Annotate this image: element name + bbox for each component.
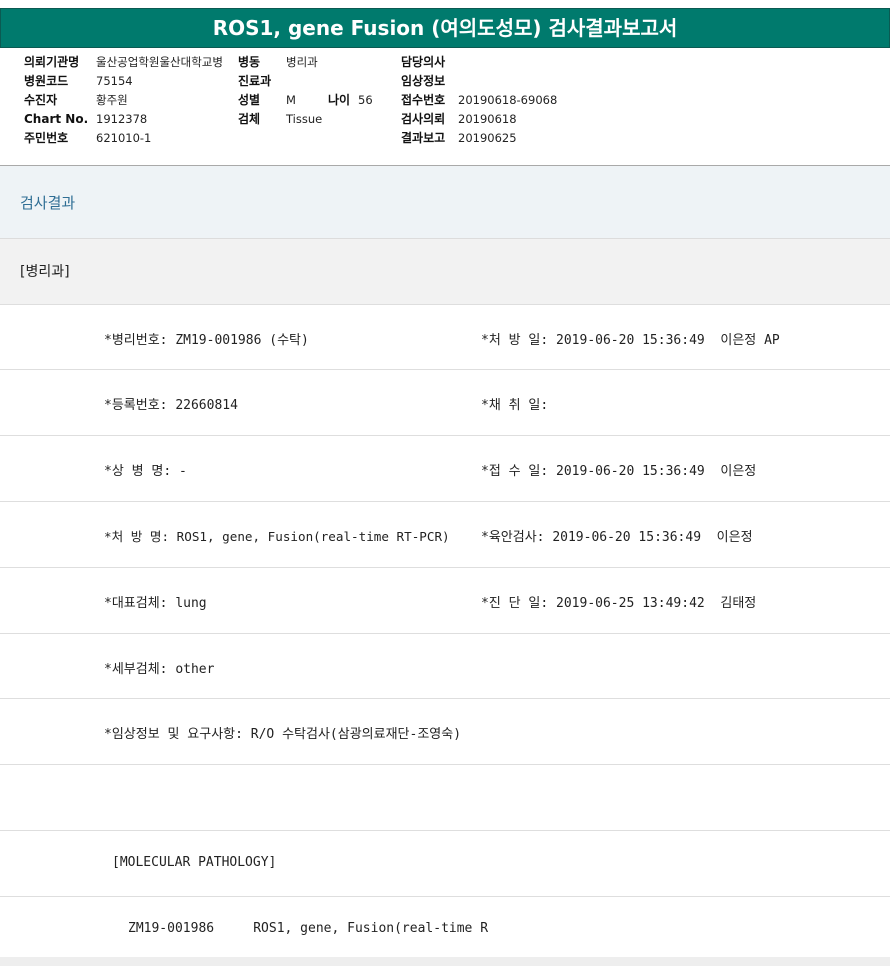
report-row-left: *임상정보 및 요구사항: R/O 수탁검사(삼광의료재단-조영숙): [104, 727, 462, 742]
blank-row: [0, 764, 890, 831]
report-row: *등록번호: 22660814 *채 취 일:: [0, 369, 890, 436]
institution-value: 울산공업학원울산대학교병: [96, 55, 223, 69]
chart-no-label: Chart No.: [24, 112, 89, 126]
report-row-right: *채 취 일:: [481, 398, 549, 413]
doctor-label: 담당의사: [401, 55, 446, 69]
result-section-title: 검사결과: [20, 194, 76, 212]
report-date-value: 20190625: [458, 131, 517, 145]
molecular-result-row: ZM19-001986 ROS1, gene, Fusion(real-time…: [0, 896, 890, 958]
department-section-header: [병리과]: [0, 238, 890, 305]
report-row: *세부검체: other: [0, 633, 890, 700]
report-row: *임상정보 및 요구사항: R/O 수탁검사(삼광의료재단-조영숙): [0, 698, 890, 765]
report-date-label: 결과보고: [401, 131, 446, 145]
specimen-value: Tissue: [286, 112, 323, 126]
age-value: 56: [358, 93, 373, 107]
receipt-no-value: 20190618-69068: [458, 93, 558, 107]
patient-info-col2: 병동 병리과 진료과 성별 M 나이 56 검체 Tissue: [238, 53, 373, 129]
patient-info-col1: 의뢰기관명 울산공업학원울산대학교병 병원코드 75154 수진자 황주원 Chart…: [24, 53, 223, 148]
report-row-right: *육안검사: 2019-06-20 15:36:49 이은정: [481, 530, 753, 545]
report-row-left: *등록번호: 22660814: [104, 398, 238, 413]
request-date-value: 20190618: [458, 112, 517, 126]
resident-no-value: 621010-1: [96, 131, 152, 145]
report-title: ROS1, gene Fusion (여의도성모) 검사결과보고서: [0, 8, 890, 48]
ward-label: 병동: [238, 55, 261, 69]
institution-label: 의뢰기관명: [24, 55, 80, 69]
resident-no-label: 주민번호: [24, 131, 69, 145]
molecular-result-line: ZM19-001986 ROS1, gene, Fusion(real-time…: [128, 921, 489, 936]
report-row-left: *상 병 명: -: [104, 464, 187, 479]
report-row: *처 방 명: ROS1, gene, Fusion(real-time RT-…: [0, 501, 890, 568]
clinical-info-label: 임상정보: [401, 74, 446, 88]
footer-bar: [0, 957, 890, 966]
report-row-right: *접 수 일: 2019-06-20 15:36:49 이은정: [481, 464, 757, 479]
specimen-label: 검체: [238, 112, 261, 126]
report-row: *상 병 명: - *접 수 일: 2019-06-20 15:36:49 이은…: [0, 435, 890, 502]
chart-no-value: 1912378: [96, 112, 148, 126]
department-section-title: [병리과]: [20, 264, 70, 280]
report-row-left: *세부검체: other: [104, 662, 215, 677]
receipt-no-label: 접수번호: [401, 93, 446, 107]
molecular-heading-row: [MOLECULAR PATHOLOGY]: [0, 830, 890, 897]
sex-label: 성별: [238, 93, 261, 107]
report-row: *병리번호: ZM19-001986 (수탁) *처 방 일: 2019-06-…: [0, 304, 890, 371]
hospital-code-value: 75154: [96, 74, 133, 88]
department-label: 진료과: [238, 74, 272, 88]
patient-name-value: 황주원: [96, 93, 128, 107]
report-row-right: *진 단 일: 2019-06-25 13:49:42 김태정: [481, 596, 757, 611]
report-row-left: *병리번호: ZM19-001986 (수탁): [104, 333, 309, 348]
age-label: 나이: [328, 93, 351, 107]
report-row: *대표검체: lung *진 단 일: 2019-06-25 13:49:42 …: [0, 567, 890, 634]
report-row-right: *처 방 일: 2019-06-20 15:36:49 이은정 AP: [481, 333, 780, 348]
report-row-left: *대표검체: lung: [104, 596, 207, 611]
hospital-code-label: 병원코드: [24, 74, 69, 88]
molecular-heading: [MOLECULAR PATHOLOGY]: [112, 855, 277, 870]
patient-name-label: 수진자: [24, 93, 58, 107]
report-row-left: *처 방 명: ROS1, gene, Fusion(real-time RT-…: [104, 529, 450, 544]
ward-value: 병리과: [286, 55, 318, 69]
sex-value: M: [286, 93, 296, 107]
patient-info-col3: 담당의사 임상정보 접수번호 20190618-69068 검사의뢰 2019061…: [401, 53, 557, 148]
result-section-header: 검사결과: [0, 165, 890, 239]
request-date-label: 검사의뢰: [401, 112, 446, 126]
